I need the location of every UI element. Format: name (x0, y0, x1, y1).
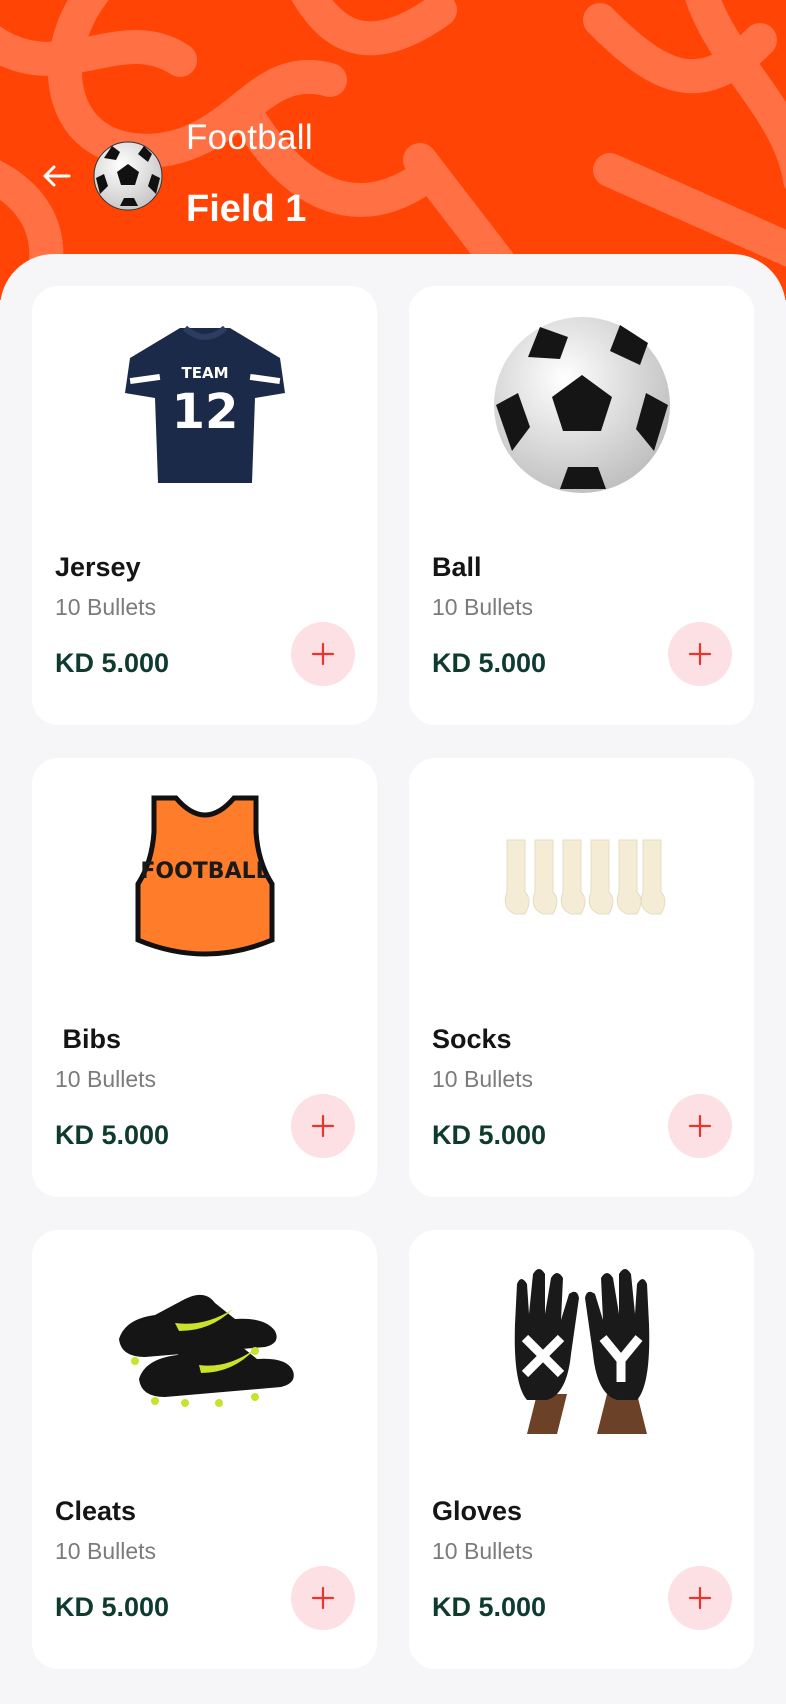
product-price: KD 5.000 (55, 1120, 170, 1150)
cleats-image (32, 1254, 377, 1444)
product-price: KD 5.000 (432, 1592, 547, 1622)
jersey-image: TEAM 12 (32, 310, 377, 500)
product-subtitle: 10 Bullets (55, 594, 157, 620)
svg-text:TEAM: TEAM (181, 364, 228, 382)
add-button[interactable] (668, 622, 732, 686)
product-subtitle: 10 Bullets (432, 1538, 534, 1564)
plus-icon (311, 1586, 335, 1610)
product-card[interactable]: Ball 10 Bullets KD 5.000 (409, 286, 754, 725)
product-price: KD 5.000 (432, 648, 547, 678)
product-card[interactable]: Cleats 10 Bullets KD 5.000 (32, 1230, 377, 1669)
product-subtitle: 10 Bullets (432, 1066, 534, 1092)
product-subtitle: 10 Bullets (432, 594, 534, 620)
plus-icon (688, 642, 712, 666)
add-button[interactable] (291, 1566, 355, 1630)
add-button[interactable] (668, 1094, 732, 1158)
plus-icon (688, 1114, 712, 1138)
product-name: Gloves (432, 1496, 523, 1526)
product-name: Cleats (55, 1496, 137, 1526)
add-button[interactable] (291, 1094, 355, 1158)
add-button[interactable] (668, 1566, 732, 1630)
plus-icon (688, 1586, 712, 1610)
product-card[interactable]: Gloves 10 Bullets KD 5.000 (409, 1230, 754, 1669)
product-grid: TEAM 12 Jersey 10 Bullets KD 5.000 Ball … (0, 0, 786, 1704)
product-card[interactable]: FOOTBALL Bibs 10 Bullets KD 5.000 (32, 758, 377, 1197)
product-card[interactable]: Socks 10 Bullets KD 5.000 (409, 758, 754, 1197)
plus-icon (311, 642, 335, 666)
product-price: KD 5.000 (432, 1120, 547, 1150)
ball-image (409, 310, 754, 500)
product-card[interactable]: TEAM 12 Jersey 10 Bullets KD 5.000 (32, 286, 377, 725)
svg-text:12: 12 (171, 384, 238, 440)
plus-icon (311, 1114, 335, 1138)
product-subtitle: 10 Bullets (55, 1538, 157, 1564)
bib-image: FOOTBALL (32, 782, 377, 972)
product-name: Jersey (55, 552, 141, 582)
product-name: Socks (432, 1024, 512, 1054)
product-name: Ball (432, 552, 482, 582)
product-subtitle: 10 Bullets (55, 1066, 157, 1092)
product-name: Bibs (55, 1024, 122, 1054)
svg-text:FOOTBALL: FOOTBALL (140, 859, 269, 884)
add-button[interactable] (291, 622, 355, 686)
gloves-image (409, 1254, 754, 1444)
product-price: KD 5.000 (55, 1592, 170, 1622)
product-price: KD 5.000 (55, 648, 170, 678)
socks-image (409, 782, 754, 972)
